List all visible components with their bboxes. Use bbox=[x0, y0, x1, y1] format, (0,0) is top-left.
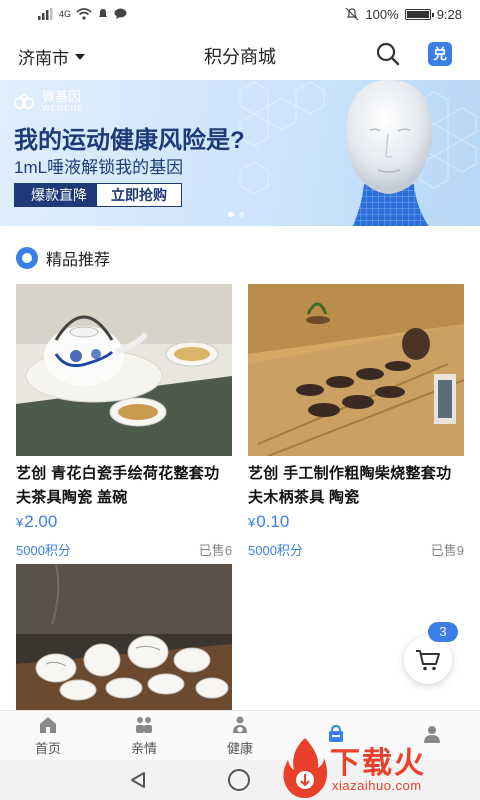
product-image-white-teaset[interactable] bbox=[16, 564, 232, 710]
promo-banner[interactable]: 微基因 WEGENE 我的运动健康风险是? 1mL唾液解锁我的基因 爆款直降 立… bbox=[0, 80, 480, 226]
product-sold-count: 已售6 bbox=[198, 543, 232, 558]
cart-icon bbox=[416, 650, 440, 671]
cart-button[interactable] bbox=[404, 636, 452, 684]
search-icon bbox=[376, 42, 400, 66]
product-card[interactable]: 艺创 手工制作粗陶柴烧整套功夫木柄茶具 陶瓷 ¥0.10 5000积分 已售9 bbox=[248, 284, 464, 559]
product-points: 5000积分 bbox=[16, 543, 71, 558]
brand-mark-icon bbox=[14, 93, 34, 109]
status-right: 100% 9:28 bbox=[345, 7, 462, 22]
nav-family[interactable]: 亲情 bbox=[96, 711, 192, 760]
nav-health-label: 健康 bbox=[226, 740, 253, 756]
battery-icon bbox=[404, 8, 434, 20]
status-left: 4G bbox=[38, 8, 127, 20]
battery-percent: 100% bbox=[365, 6, 399, 22]
chat-icon bbox=[114, 8, 127, 19]
signal-icon bbox=[38, 8, 53, 20]
banner-headline: 我的运动健康风险是? bbox=[14, 127, 245, 154]
section-title: 精品推荐 bbox=[46, 252, 111, 269]
section-header: 精品推荐 bbox=[16, 246, 110, 270]
redeem-button[interactable]: 兑 bbox=[428, 42, 452, 66]
section-icon bbox=[16, 247, 38, 269]
network-type: 4G bbox=[59, 9, 72, 19]
watermark-title: 下载火 bbox=[330, 747, 426, 780]
nav-family-label: 亲情 bbox=[130, 740, 157, 756]
mute-icon bbox=[346, 7, 359, 21]
health-icon bbox=[233, 716, 247, 733]
product-price: ¥2.00 bbox=[16, 512, 58, 531]
back-icon[interactable] bbox=[128, 770, 148, 790]
nav-home[interactable]: 首页 bbox=[0, 711, 96, 760]
banner-subline: 1mL唾液解锁我的基因 bbox=[14, 158, 184, 177]
nav-home-label: 首页 bbox=[34, 740, 61, 756]
product-points: 5000积分 bbox=[248, 543, 303, 558]
app-header: 济南市 积分商城 兑 bbox=[0, 28, 480, 80]
nav-health[interactable]: 健康 bbox=[192, 711, 288, 760]
tea-tray-illustration bbox=[248, 284, 464, 456]
carousel-dot[interactable] bbox=[228, 212, 234, 217]
brand-name-cn: 微基因 bbox=[42, 89, 82, 104]
product-card[interactable]: 艺创 青花白瓷手绘荷花整套功夫茶具陶瓷 盖碗 ¥2.00 5000积分 已售6 bbox=[16, 284, 232, 559]
status-bar: 4G 100% 9:28 bbox=[0, 0, 480, 28]
flame-icon bbox=[283, 738, 327, 798]
brand-name-en: WEGENE bbox=[42, 104, 84, 113]
carousel-dots bbox=[228, 212, 244, 217]
family-icon bbox=[136, 716, 152, 733]
carousel-dot[interactable] bbox=[239, 212, 244, 217]
home-icon bbox=[40, 716, 56, 733]
clock: 9:28 bbox=[436, 6, 462, 22]
product-name[interactable]: 艺创 手工制作粗陶柴烧整套功夫木柄茶具 陶瓷 bbox=[248, 462, 464, 510]
product-image-blue-white-teaset[interactable] bbox=[16, 284, 232, 456]
search-button[interactable] bbox=[374, 40, 402, 68]
mannequin-head-image bbox=[345, 80, 433, 226]
home-button-icon[interactable] bbox=[228, 769, 250, 791]
product-name[interactable]: 艺创 青花白瓷手绘荷花整套功夫茶具陶瓷 盖碗 bbox=[16, 462, 232, 510]
page-title: 积分商城 bbox=[204, 47, 276, 67]
cart-count-badge: 3 bbox=[428, 622, 458, 642]
buy-now-button[interactable]: 立即抢购 bbox=[97, 184, 181, 206]
product-meta: 5000积分 已售9 bbox=[248, 540, 464, 559]
watermark-url: xiazaihuo.com bbox=[332, 778, 422, 793]
white-teaset-illustration bbox=[16, 564, 232, 710]
hot-deal-tag: 爆款直降 bbox=[15, 184, 97, 206]
teapot-illustration bbox=[16, 284, 232, 456]
product-image-clay-teaset[interactable] bbox=[248, 284, 464, 456]
product-price: ¥0.10 bbox=[248, 512, 290, 531]
product-card[interactable] bbox=[16, 564, 232, 710]
brand-logo: 微基因 WEGENE bbox=[14, 90, 84, 113]
notification-icon bbox=[99, 9, 108, 17]
banner-cta[interactable]: 爆款直降 立即抢购 bbox=[14, 183, 182, 207]
watermark-logo: 下载火 xiazaihuo.com bbox=[280, 736, 480, 800]
product-meta: 5000积分 已售6 bbox=[16, 540, 232, 559]
product-sold-count: 已售9 bbox=[430, 543, 464, 558]
wifi-icon bbox=[76, 8, 92, 20]
